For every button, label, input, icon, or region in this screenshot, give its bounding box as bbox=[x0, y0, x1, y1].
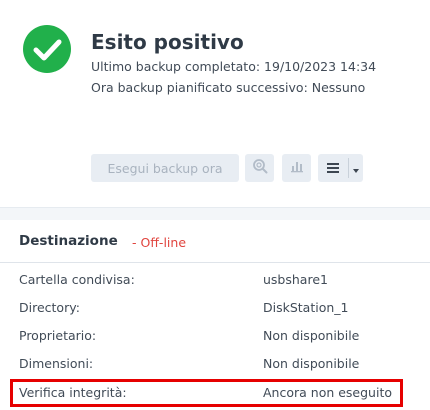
detail-label: Proprietario: bbox=[19, 328, 97, 343]
status-title: Esito positivo bbox=[91, 30, 244, 54]
detail-row-owner: Proprietario: Non disponibile bbox=[0, 322, 430, 350]
last-backup-text: Ultimo backup completato: 19/10/2023 14:… bbox=[91, 59, 377, 74]
menu-dropdown-toggle[interactable] bbox=[349, 154, 363, 182]
statistics-button[interactable] bbox=[282, 154, 311, 182]
detail-value: usbshare1 bbox=[263, 272, 328, 287]
menu-main[interactable] bbox=[318, 154, 348, 182]
action-menu-button[interactable] bbox=[318, 154, 363, 182]
search-button[interactable] bbox=[245, 154, 274, 182]
bar-chart-icon bbox=[289, 158, 305, 178]
detail-value: DiskStation_1 bbox=[263, 300, 349, 315]
backup-status-panel: Esito positivo Ultimo backup completato:… bbox=[0, 0, 430, 207]
detail-value: Non disponibile bbox=[263, 328, 360, 343]
next-backup-text: Ora backup pianificato successivo: Nessu… bbox=[91, 80, 366, 95]
detail-value: Non disponibile bbox=[263, 356, 360, 371]
destination-header: Destinazione - Off-line bbox=[0, 220, 430, 263]
detail-row-directory: Directory: DiskStation_1 bbox=[0, 294, 430, 322]
check-circle-icon bbox=[23, 25, 71, 73]
search-icon bbox=[252, 158, 268, 178]
destination-status: - Off-line bbox=[132, 235, 187, 250]
hamburger-menu-icon bbox=[326, 159, 340, 178]
destination-title: Destinazione bbox=[19, 233, 118, 249]
detail-label: Cartella condivisa: bbox=[19, 272, 135, 287]
caret-down-icon bbox=[352, 159, 360, 178]
backup-now-button[interactable]: Esegui backup ora bbox=[91, 154, 239, 182]
section-separator bbox=[0, 207, 430, 220]
detail-label: Directory: bbox=[19, 300, 80, 315]
detail-row-size: Dimensioni: Non disponibile bbox=[0, 350, 430, 378]
integrity-check-highlight bbox=[10, 379, 403, 407]
detail-row-shared-folder: Cartella condivisa: usbshare1 bbox=[0, 266, 430, 294]
detail-label: Dimensioni: bbox=[19, 356, 94, 371]
